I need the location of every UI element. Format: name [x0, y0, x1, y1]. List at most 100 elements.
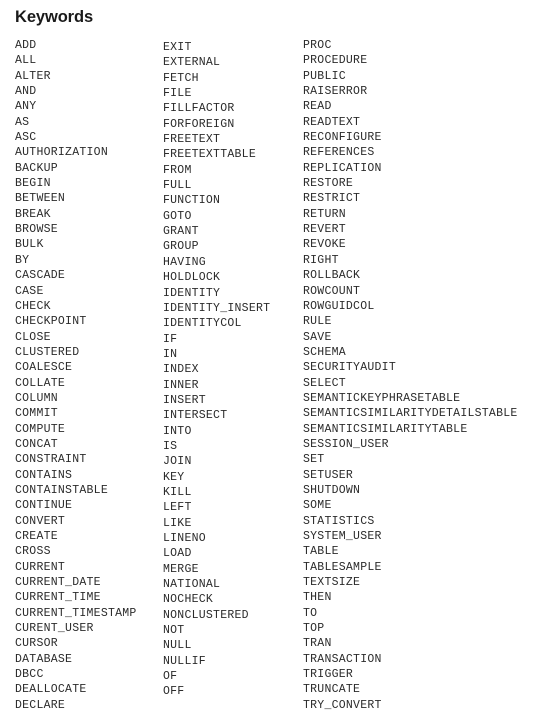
- keyword-item: AND: [15, 85, 37, 99]
- keyword-item: SYSTEM_USER: [303, 530, 382, 543]
- keyword-item: REFERENCES: [303, 146, 375, 160]
- keyword-item: FROM: [163, 163, 192, 177]
- keyword-item: SEMANTICSIMILARITYDETAILSTABLE: [303, 407, 518, 421]
- keyword-item: IS: [163, 439, 178, 453]
- keyword-item: LIKE: [163, 516, 192, 530]
- keywords-document: Keywords ADD ALL ALTER AND ANY AS ASC AUTHORIZA…: [0, 0, 559, 713]
- keyword-item: SAVE: [303, 330, 332, 344]
- keyword-item: RULE: [303, 315, 332, 329]
- keyword-item: ROLLBACK: [303, 269, 361, 283]
- keyword-item: CURRENT_DATE: [15, 576, 101, 590]
- keyword-item: INTERSECT: [163, 409, 228, 423]
- keyword-item: LINENO: [163, 532, 206, 545]
- keyword-item: RECONFIGURE: [303, 131, 382, 145]
- keyword-item: JOIN: [163, 455, 192, 469]
- keyword-item: FREETEXT: [163, 133, 221, 147]
- keyword-item: PUBLIC: [303, 69, 346, 83]
- keyword-item: SET: [303, 453, 325, 467]
- keyword-item: NULLIF: [163, 654, 206, 668]
- keyword-item: COLLATE: [15, 376, 66, 390]
- keyword-item: RIGHT: [303, 253, 339, 267]
- keyword-item: HAVING: [163, 255, 206, 269]
- keyword-item: IDENTITY_INSERT: [163, 301, 271, 315]
- keyword-item: SETUSER: [303, 468, 354, 482]
- keyword-item: DEALLOCATE: [15, 683, 87, 697]
- keyword-item: RESTRICT: [303, 192, 361, 206]
- keyword-item: TABLE: [303, 545, 339, 559]
- keyword-item: CURSOR: [15, 637, 58, 651]
- keyword-item: READTEXT: [303, 115, 361, 129]
- keyword-item: CURRENT_TIME: [15, 591, 101, 605]
- keyword-item: ASC: [15, 131, 37, 145]
- keyword-item: KEY: [163, 470, 185, 484]
- keyword-item: CASE: [15, 284, 44, 298]
- keyword-item: CONTAINSTABLE: [15, 483, 108, 497]
- keyword-item: THEN: [303, 591, 332, 605]
- keyword-item: COALESCE: [15, 361, 73, 375]
- keyword-item: INDEX: [163, 363, 199, 377]
- keyword-item: CHECKPOINT: [15, 315, 87, 329]
- keyword-item: TEXTSIZE: [303, 576, 361, 590]
- keyword-item: TRUNCATE: [303, 683, 361, 697]
- keyword-item: NATIONAL: [163, 578, 221, 592]
- keyword-item: TRAN: [303, 637, 332, 651]
- keyword-item: FUNCTION: [163, 194, 221, 208]
- keyword-item: INTO: [163, 424, 192, 438]
- keyword-item: TRY_CONVERT: [303, 698, 382, 712]
- keyword-item: STATISTICS: [303, 514, 375, 528]
- keyword-item: FILLFACTOR: [163, 102, 235, 116]
- keyword-item: INNER: [163, 378, 199, 392]
- keyword-item: NULL: [163, 639, 192, 653]
- keyword-item: NOCHECK: [163, 593, 214, 607]
- keyword-item: REPLICATION: [303, 161, 382, 175]
- keyword-item: ROWCOUNT: [303, 284, 361, 298]
- keyword-item: OF: [163, 670, 178, 684]
- keyword-item: AS: [15, 115, 30, 129]
- keyword-item: REVERT: [303, 223, 346, 237]
- keyword-item: NOT: [163, 624, 185, 638]
- keyword-item: MERGE: [163, 562, 199, 576]
- keyword-item: CONTAINS: [15, 468, 73, 482]
- keyword-item: INSERT: [163, 393, 206, 407]
- keyword-item: EXIT: [163, 41, 192, 54]
- keyword-item: EXTERNAL: [163, 56, 221, 70]
- keyword-item: GOTO: [163, 209, 192, 223]
- keyword-item: FREETEXTTABLE: [163, 148, 256, 162]
- keyword-item: CLUSTERED: [15, 345, 80, 359]
- keyword-item: TRANSACTION: [303, 652, 382, 666]
- keyword-item: IDENTITY: [163, 286, 221, 300]
- keyword-item: RAISERROR: [303, 85, 368, 99]
- keyword-item: BULK: [15, 238, 44, 252]
- keyword-item: CURRENT: [15, 560, 66, 574]
- keyword-item: SEMANTICKEYPHRASETABLE: [303, 391, 461, 405]
- keyword-item: RETURN: [303, 207, 346, 221]
- keyword-item: IF: [163, 332, 178, 346]
- keyword-item: ANY: [15, 100, 37, 114]
- keyword-item: CONTINUE: [15, 499, 73, 513]
- keyword-item: BROWSE: [15, 223, 58, 237]
- keyword-item: CREATE: [15, 530, 58, 543]
- keyword-item: COMPUTE: [15, 422, 66, 436]
- keyword-item: REVOKE: [303, 238, 346, 252]
- keyword-item: COLUMN: [15, 391, 58, 405]
- keyword-item: CONSTRAINT: [15, 453, 87, 467]
- keyword-item: FETCH: [163, 71, 199, 85]
- keyword-item: CURENT_USER: [15, 622, 94, 636]
- keyword-item: DECLARE: [15, 698, 66, 712]
- keyword-item: ALTER: [15, 69, 51, 83]
- keyword-item: FILE: [163, 87, 192, 101]
- keyword-columns: ADD ALL ALTER AND ANY AS ASC AUTHORIZATION BACKU…: [0, 0, 559, 713]
- keyword-item: BY: [15, 253, 30, 267]
- keyword-item: READ: [303, 100, 332, 114]
- keyword-item: CONVERT: [15, 514, 66, 528]
- keyword-item: IDENTITYCOL: [163, 317, 242, 331]
- keyword-item: TABLESAMPLE: [303, 560, 382, 574]
- keyword-item: ROWGUIDCOL: [303, 299, 375, 313]
- keyword-item: RESTORE: [303, 177, 354, 191]
- keyword-item: PROCEDURE: [303, 54, 368, 68]
- keyword-item: CONCAT: [15, 437, 58, 451]
- keyword-item: ALL: [15, 54, 37, 68]
- keyword-item: FULL: [163, 179, 192, 193]
- keyword-item: IN: [163, 347, 178, 361]
- keyword-item: NONCLUSTERED: [163, 608, 249, 622]
